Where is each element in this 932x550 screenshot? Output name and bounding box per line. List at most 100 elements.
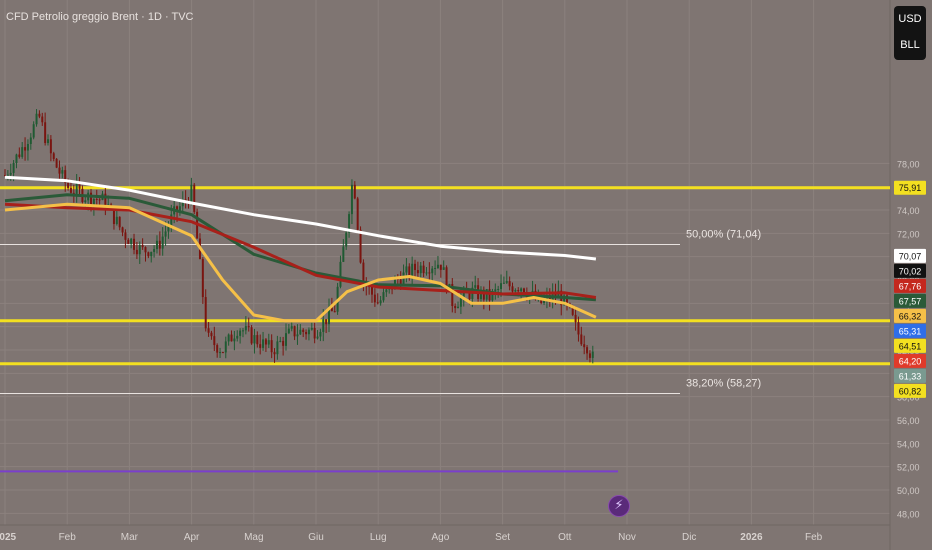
candle-body bbox=[428, 272, 431, 274]
candle-body bbox=[12, 163, 15, 173]
price-badge-label: 70,07 bbox=[899, 251, 922, 261]
candle-body bbox=[382, 292, 385, 301]
candle-body bbox=[239, 330, 242, 336]
candle-body bbox=[345, 232, 348, 247]
candle-body bbox=[284, 333, 287, 346]
candle-body bbox=[90, 192, 93, 206]
fib-level-label: 38,20% (58,27) bbox=[686, 378, 761, 390]
fib-level-label: 50,00% (71,04) bbox=[686, 229, 761, 241]
candle-body bbox=[454, 306, 457, 309]
candle-body bbox=[353, 184, 356, 199]
candle-body bbox=[514, 290, 517, 292]
candle-body bbox=[359, 229, 362, 263]
candle-body bbox=[577, 322, 580, 335]
candle-body bbox=[164, 231, 167, 237]
x-tick-label: Apr bbox=[184, 532, 200, 543]
candle-body bbox=[439, 264, 442, 270]
candle-body bbox=[322, 319, 325, 332]
candle-body bbox=[18, 154, 21, 157]
x-tick-label: Mag bbox=[244, 532, 263, 543]
candle-body bbox=[342, 246, 345, 262]
candle-body bbox=[24, 147, 27, 151]
candle-body bbox=[333, 311, 336, 313]
candle-body bbox=[15, 154, 18, 164]
candle-body bbox=[29, 137, 32, 145]
x-tick-label: Feb bbox=[59, 532, 77, 543]
candle-body bbox=[52, 153, 55, 159]
candle-body bbox=[434, 267, 437, 269]
y-tick-label: 56,00 bbox=[897, 416, 920, 426]
x-tick-label: Feb bbox=[805, 532, 823, 543]
candle-body bbox=[500, 283, 503, 289]
candle-body bbox=[508, 281, 511, 287]
price-badge-label: 64,20 bbox=[899, 356, 922, 366]
candle-body bbox=[517, 290, 520, 292]
candle-body bbox=[574, 314, 577, 323]
candle-body bbox=[279, 340, 282, 342]
candle-body bbox=[580, 334, 583, 345]
candle-body bbox=[133, 238, 136, 250]
currency-selector[interactable]: USD BLL bbox=[894, 6, 926, 60]
candle-body bbox=[35, 113, 38, 125]
candle-body bbox=[273, 352, 276, 355]
x-tick-label: Set bbox=[495, 532, 510, 543]
y-tick-label: 72,00 bbox=[897, 229, 920, 239]
candle-body bbox=[244, 326, 247, 331]
candle-body bbox=[270, 340, 273, 353]
candle-body bbox=[250, 327, 253, 344]
candle-body bbox=[494, 289, 497, 292]
candle-body bbox=[124, 232, 127, 240]
candle-body bbox=[127, 239, 130, 245]
price-badge-label: 66,32 bbox=[899, 311, 922, 321]
candle-body bbox=[339, 261, 342, 287]
candle-body bbox=[98, 199, 101, 201]
candle-body bbox=[224, 341, 227, 353]
candle-body bbox=[161, 236, 164, 249]
price-chart[interactable]: 48,0050,0052,0054,0056,0058,0060,0062,00… bbox=[0, 0, 932, 550]
candle-body bbox=[26, 144, 29, 151]
candle-body bbox=[49, 139, 52, 154]
candle-body bbox=[69, 187, 72, 193]
candle-body bbox=[419, 265, 422, 274]
price-badge-label: 60,82 bbox=[899, 386, 922, 396]
x-tick-label: 2025 bbox=[0, 532, 17, 543]
candle-body bbox=[431, 268, 434, 274]
candle-body bbox=[316, 336, 319, 339]
candle-body bbox=[141, 244, 144, 248]
candle-body bbox=[520, 288, 523, 292]
candle-body bbox=[210, 332, 213, 337]
chart-app: 48,0050,0052,0054,0056,0058,0060,0062,00… bbox=[0, 0, 932, 550]
candle-body bbox=[41, 116, 44, 123]
candle-body bbox=[264, 339, 267, 345]
candle-body bbox=[371, 286, 374, 295]
candle-body bbox=[425, 272, 428, 274]
x-tick-label: Nov bbox=[618, 532, 636, 543]
candle-body bbox=[253, 335, 256, 344]
x-tick-label: Giu bbox=[308, 532, 324, 543]
candle-body bbox=[385, 289, 388, 293]
price-badge-label: 64,51 bbox=[899, 341, 922, 351]
candle-body bbox=[299, 329, 302, 335]
candle-body bbox=[32, 124, 35, 138]
price-badge-label: 75,91 bbox=[899, 183, 922, 193]
candle-body bbox=[290, 326, 293, 329]
candle-body bbox=[267, 340, 270, 345]
candle-body bbox=[296, 334, 299, 337]
candle-body bbox=[262, 339, 265, 348]
candle-body bbox=[505, 281, 508, 283]
candle-body bbox=[586, 347, 589, 354]
x-tick-label: 2026 bbox=[740, 532, 763, 543]
candle-body bbox=[233, 338, 236, 342]
candle-body bbox=[583, 344, 586, 348]
candle-body bbox=[75, 183, 78, 194]
symbol-title[interactable]: CFD Petrolio greggio Brent · 1D · TVC bbox=[6, 11, 193, 23]
candle-body bbox=[6, 174, 9, 176]
candle-body bbox=[241, 330, 244, 332]
price-badge-label: 61,33 bbox=[899, 371, 922, 381]
candle-body bbox=[376, 302, 379, 304]
y-tick-label: 54,00 bbox=[897, 439, 920, 449]
candle-body bbox=[313, 327, 316, 339]
price-badge-label: 70,02 bbox=[899, 266, 922, 276]
candle-body bbox=[38, 113, 41, 117]
lightning-icon[interactable]: ⚡ bbox=[608, 495, 630, 517]
